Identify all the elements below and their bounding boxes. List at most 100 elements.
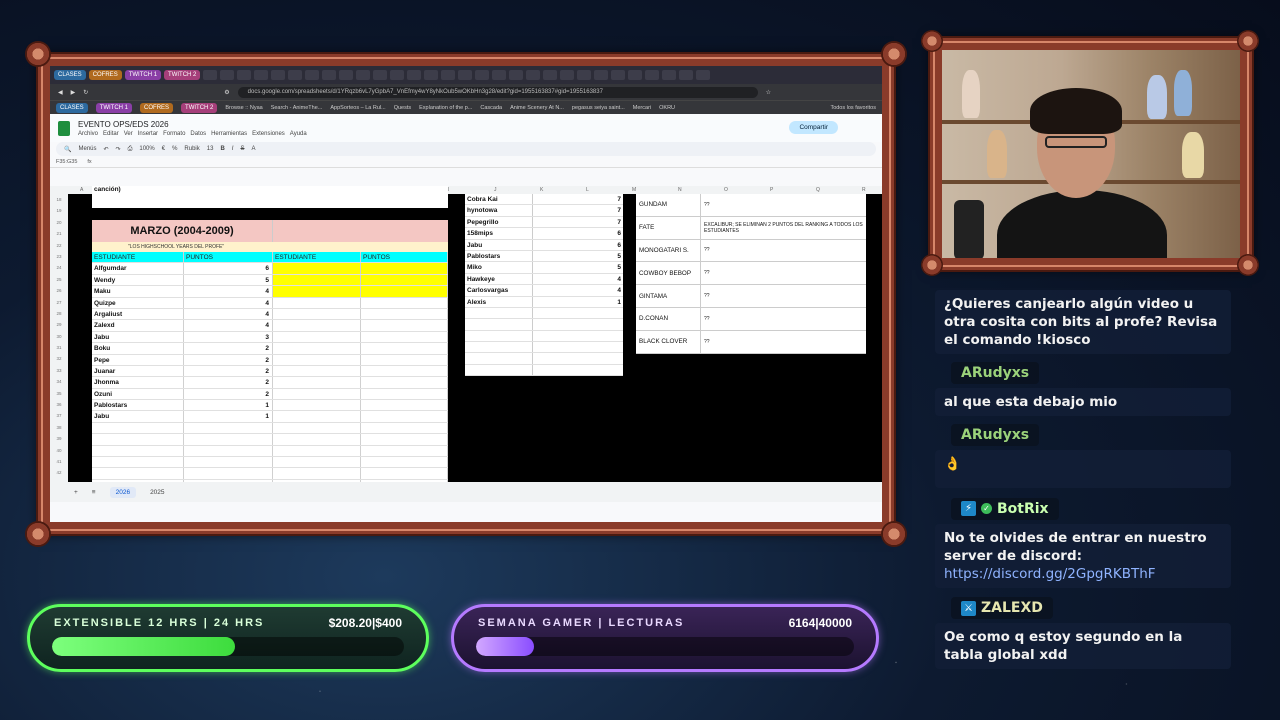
italic-icon[interactable]: I [232, 146, 234, 152]
browser-tab[interactable] [220, 70, 235, 80]
print-icon[interactable]: ⎙ [128, 146, 133, 153]
reload-icon[interactable]: ↻ [83, 89, 88, 96]
row-number[interactable]: 24 [50, 262, 68, 273]
tab-group-twitch1[interactable]: TWITCH 1 [124, 70, 162, 80]
row-number[interactable]: 31 [50, 342, 68, 353]
browser-tab[interactable] [509, 70, 524, 80]
browser-tab[interactable] [203, 70, 218, 80]
menu-insertar[interactable]: Insertar [138, 131, 158, 137]
column-letter[interactable]: M [632, 187, 636, 193]
browser-tab[interactable] [390, 70, 405, 80]
empty-cell[interactable] [273, 331, 361, 343]
browser-tab[interactable] [645, 70, 660, 80]
browser-tab[interactable] [254, 70, 269, 80]
empty-cell[interactable] [361, 286, 448, 297]
empty-cell[interactable] [361, 400, 448, 411]
browser-tab[interactable] [322, 70, 337, 80]
browser-tab[interactable] [492, 70, 507, 80]
empty-cell[interactable] [361, 411, 448, 422]
anime-row[interactable]: COWBOY BEBOP?? [636, 262, 866, 286]
bookmark-link[interactable]: OKRU [659, 105, 675, 111]
empty-cell[interactable] [273, 388, 361, 400]
name-box[interactable]: F35:G35 [56, 159, 77, 165]
row-number[interactable]: 42 [50, 467, 68, 478]
browser-tab[interactable] [594, 70, 609, 80]
bookmark-folder[interactable]: TWITCH 1 [95, 102, 133, 113]
ranking-row[interactable]: Cobra Kai 7 [465, 194, 623, 206]
sheets-logo-icon[interactable] [58, 120, 70, 136]
table-row[interactable]: Maku 4 [92, 286, 448, 298]
zoom-select[interactable]: 100% [139, 146, 154, 152]
add-sheet-icon[interactable]: + [74, 489, 78, 496]
strikethrough-icon[interactable]: S [240, 146, 244, 152]
row-number[interactable]: 28 [50, 308, 68, 319]
empty-cell[interactable] [361, 308, 448, 320]
empty-row[interactable] [92, 422, 448, 435]
empty-cell[interactable] [361, 377, 448, 388]
row-number[interactable]: 27 [50, 297, 68, 308]
browser-tab[interactable] [628, 70, 643, 80]
empty-cell[interactable] [273, 377, 361, 388]
anime-row[interactable]: GINTAMA?? [636, 285, 866, 308]
empty-row[interactable] [465, 353, 623, 365]
row-number[interactable]: 21 [50, 228, 68, 239]
ranking-row[interactable]: Carlosvargas 4 [465, 285, 623, 297]
empty-row[interactable] [465, 319, 623, 331]
row-number[interactable]: 20 [50, 217, 68, 228]
browser-tab[interactable] [424, 70, 439, 80]
row-number[interactable]: 34 [50, 376, 68, 387]
empty-row[interactable] [92, 457, 448, 469]
table-row[interactable]: Jabu 3 [92, 331, 448, 344]
bookmark-link[interactable]: pegasus seiya saint... [572, 105, 625, 111]
empty-row[interactable] [92, 434, 448, 446]
browser-tab[interactable] [356, 70, 371, 80]
search-menus-icon[interactable]: 🔍 [64, 146, 71, 153]
row-number[interactable]: 33 [50, 365, 68, 376]
row-number[interactable]: 19 [50, 205, 68, 216]
browser-tab[interactable] [662, 70, 677, 80]
empty-cell[interactable] [273, 354, 361, 365]
bookmark-folder[interactable]: COFRES [140, 102, 174, 113]
table-row[interactable]: Juanar 2 [92, 365, 448, 378]
forward-icon[interactable]: ▶ [71, 89, 76, 96]
all-sheets-icon[interactable]: ≡ [92, 489, 96, 496]
table-row[interactable]: Boku 2 [92, 343, 448, 355]
menus-search[interactable]: Menús [78, 146, 96, 152]
ranking-row[interactable]: Miko 5 [465, 262, 623, 274]
column-letter[interactable]: O [724, 187, 728, 193]
tab-group-clases[interactable]: CLASES [54, 70, 86, 80]
document-title[interactable]: EVENTO OPS/EDS 2026 [78, 120, 307, 129]
row-number[interactable]: 30 [50, 331, 68, 342]
anime-row[interactable]: FATE EXCALIBUR; SE ELIMINAN 2 PUNTOS DEL … [636, 216, 866, 240]
undo-icon[interactable]: ↶ [104, 146, 109, 153]
ranking-row[interactable]: Alexis 1 [465, 296, 623, 308]
browser-tab[interactable] [679, 70, 694, 80]
column-letter[interactable]: I [448, 187, 449, 193]
empty-row[interactable] [465, 307, 623, 320]
browser-tab[interactable] [305, 70, 320, 80]
row-number[interactable]: 38 [50, 422, 68, 433]
text-color-icon[interactable]: A [251, 146, 255, 152]
redo-icon[interactable]: ↷ [116, 146, 121, 153]
empty-row[interactable] [465, 330, 623, 343]
browser-tab[interactable] [271, 70, 286, 80]
empty-cell[interactable] [361, 354, 448, 365]
row-number[interactable]: 40 [50, 445, 68, 456]
anime-row[interactable]: MONOGATARI S.?? [636, 239, 866, 263]
bookmark-star-icon[interactable]: ☆ [766, 89, 771, 96]
ranking-row[interactable]: Pablostars 5 [465, 250, 623, 263]
empty-cell[interactable] [273, 308, 361, 320]
browser-tab[interactable] [475, 70, 490, 80]
table-row[interactable]: Jabu 1 [92, 411, 448, 423]
empty-cell[interactable] [361, 331, 448, 343]
discord-link[interactable]: https://discord.gg/2GpgRKBThF [944, 566, 1156, 582]
bookmark-folder[interactable]: TWITCH 2 [181, 102, 218, 113]
browser-tab[interactable] [526, 70, 541, 80]
empty-row[interactable] [465, 342, 623, 354]
currency-format[interactable]: € [162, 146, 165, 152]
column-letter[interactable]: R [862, 187, 866, 193]
menu-ver[interactable]: Ver [124, 131, 133, 137]
row-number[interactable]: 25 [50, 274, 68, 285]
column-letter[interactable]: P [770, 187, 773, 193]
menu-ayuda[interactable]: Ayuda [290, 131, 307, 137]
